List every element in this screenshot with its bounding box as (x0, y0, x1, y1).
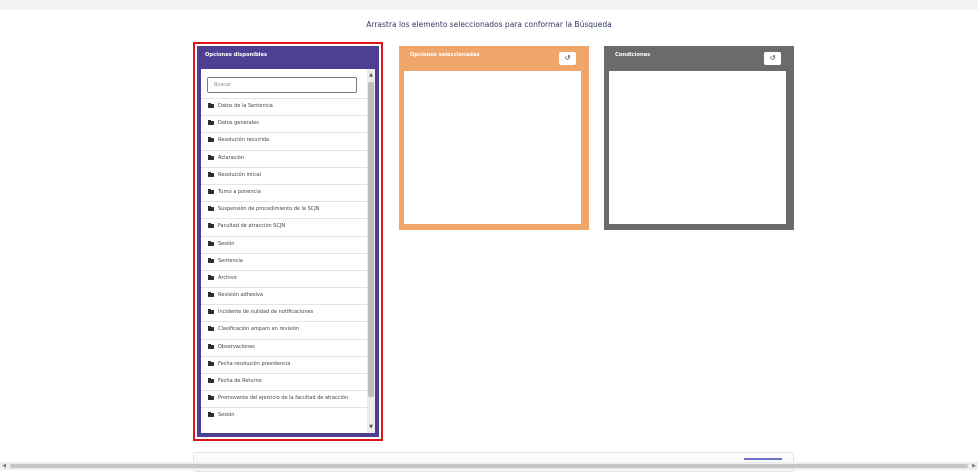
available-options-body: Datos de la Sentencia Datos generales Reso… (201, 69, 375, 433)
folder-icon (208, 120, 214, 126)
list-item-label: Fecha de Returno (218, 378, 262, 384)
conditions-reset-button[interactable]: ↺ (764, 52, 781, 65)
list-item-label: Resolución recurrida (218, 137, 270, 144)
list-item[interactable]: Observaciones (201, 338, 367, 356)
list-item[interactable]: Aclaración (201, 149, 367, 167)
folder-icon (208, 309, 214, 315)
selected-options-panel: Opciones seleccionadas ↺ (399, 46, 589, 230)
list-item-label: Sesión (218, 412, 235, 419)
scroll-right-arrow-icon[interactable]: ▶ (970, 462, 978, 470)
list-item[interactable]: Sentencia (201, 252, 367, 270)
list-item[interactable]: Facultad de atracción SCJN (201, 218, 367, 236)
folder-icon (208, 188, 214, 194)
list-item[interactable]: Datos generales (201, 115, 367, 133)
list-item[interactable]: Incidente de nulidad de notificaciones (201, 304, 367, 322)
reset-icon: ↺ (564, 54, 571, 62)
list-item[interactable]: Resolución recurrida (201, 132, 367, 150)
available-options-title: Opciones disponibles (205, 52, 268, 58)
list-item[interactable]: Archivo (201, 269, 367, 288)
folder-icon (208, 223, 214, 229)
list-item-label: Turno a ponencia (218, 188, 261, 195)
list-scroll-thumb[interactable] (368, 82, 374, 397)
folder-icon (208, 360, 214, 366)
list-item[interactable]: Revisión adhesiva (201, 287, 367, 305)
list-item-label: Fecha resolución presidencia (218, 360, 291, 367)
list-item[interactable]: Suspensión de procedimiento de la SCJN (201, 201, 367, 219)
available-options-list: Datos de la Sentencia Datos generales Reso… (201, 98, 367, 425)
instruction-text: Arrastra los elemento seleccionados para… (366, 20, 612, 29)
folder-icon (208, 171, 214, 177)
top-bar (0, 0, 978, 10)
horizontal-scroll-thumb[interactable] (10, 464, 968, 468)
folder-icon (208, 240, 214, 246)
list-item-label: Clasificación amparo en revisión (218, 326, 300, 333)
list-item-label: Archivo (218, 274, 237, 281)
list-item[interactable]: Resolución inicial (201, 166, 367, 184)
folder-icon (208, 206, 214, 212)
page-horizontal-scrollbar[interactable]: ◀ ▶ (0, 462, 978, 470)
folder-icon (208, 154, 214, 160)
folder-icon (208, 412, 214, 418)
list-item-label: Facultad de atracción SCJN (218, 223, 286, 230)
conditions-dropzone[interactable] (609, 71, 786, 224)
scroll-down-arrow-icon[interactable]: ▼ (367, 423, 375, 431)
list-item[interactable]: Sesión (201, 407, 367, 425)
list-item-label: Resolución inicial (218, 171, 262, 178)
selected-options-title: Opciones seleccionadas (410, 52, 480, 58)
bottom-accent-bar (744, 458, 782, 460)
list-item-label: Suspensión de procedimiento de la SCJN (218, 206, 320, 213)
list-item[interactable]: Fecha resolución presidencia (201, 355, 367, 373)
folder-icon (208, 292, 214, 298)
list-item[interactable]: Turno a ponencia (201, 183, 367, 202)
list-item-label: Sesión (218, 240, 235, 247)
folder-icon (208, 137, 214, 143)
list-item-label: Datos de la Sentencia (218, 103, 273, 109)
list-item-label: Incidente de nulidad de notificaciones (218, 309, 314, 316)
available-options-panel: Opciones disponibles Datos de la Sentenc… (197, 46, 379, 437)
list-item[interactable]: Datos de la Sentencia (201, 98, 367, 116)
selected-options-dropzone[interactable] (404, 71, 581, 224)
folder-icon (208, 274, 214, 280)
list-item[interactable]: Clasificación amparo en revisión (201, 321, 367, 339)
list-item-label: Revisión adhesiva (218, 292, 263, 299)
conditions-panel: Condiciones ↺ (604, 46, 794, 230)
list-item-label: Aclaración (218, 154, 245, 161)
list-item[interactable]: Sesión (201, 235, 367, 253)
reset-icon: ↺ (769, 54, 776, 62)
list-item[interactable]: Fecha de Returno (201, 373, 367, 391)
list-item-label: Promovente del ejercicio de la facultad … (218, 395, 349, 402)
folder-icon (208, 326, 214, 332)
scroll-up-arrow-icon[interactable]: ▲ (367, 71, 375, 79)
selected-reset-button[interactable]: ↺ (559, 52, 576, 65)
folder-icon (208, 378, 214, 383)
scroll-left-arrow-icon[interactable]: ◀ (0, 462, 8, 470)
folder-icon (208, 103, 214, 108)
list-item-label: Sentencia (218, 257, 243, 264)
search-input[interactable] (207, 77, 357, 93)
folder-icon (208, 257, 214, 263)
list-item[interactable]: Promovente del ejercicio de la facultad … (201, 390, 367, 408)
list-scrollbar[interactable]: ▲ ▼ (367, 69, 375, 433)
folder-icon (208, 395, 214, 401)
list-item-label: Datos generales (218, 120, 259, 127)
list-item-label: Observaciones (218, 343, 255, 350)
conditions-title: Condiciones (615, 52, 651, 58)
search-wrapper (201, 69, 367, 97)
folder-icon (208, 343, 214, 349)
